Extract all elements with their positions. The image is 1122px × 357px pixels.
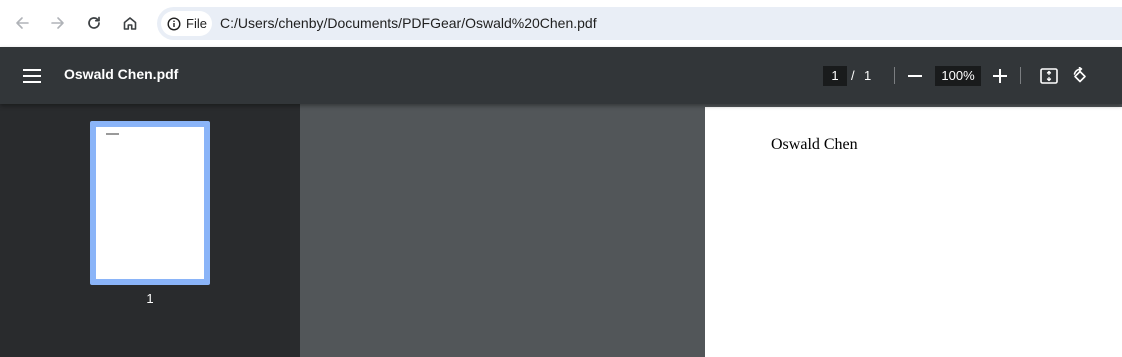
toolbar-divider	[1020, 67, 1021, 84]
zoom-in-icon	[993, 69, 1007, 83]
forward-icon	[51, 17, 64, 29]
zoom-out-button[interactable]	[903, 64, 927, 88]
reload-button[interactable]	[80, 9, 108, 37]
thumbnail-page	[96, 127, 204, 279]
document-viewer[interactable]: Oswald Chen	[300, 104, 1122, 357]
browser-toolbar: File C:/Users/chenby/Documents/PDFGear/O…	[0, 0, 1122, 47]
document-title: Oswald Chen.pdf	[64, 66, 179, 82]
home-icon	[123, 17, 137, 30]
page-separator: /	[851, 68, 855, 83]
thumbnail-sidebar: 1	[0, 104, 300, 357]
address-bar[interactable]: File C:/Users/chenby/Documents/PDFGear/O…	[157, 7, 1122, 40]
back-button[interactable]	[8, 9, 36, 37]
back-icon	[16, 17, 29, 29]
page-total: 1	[864, 68, 872, 83]
site-chip-label: File	[186, 16, 207, 31]
fit-page-button[interactable]	[1037, 64, 1061, 88]
thumbnail-page-number: 1	[146, 291, 154, 306]
pdf-page: Oswald Chen	[705, 107, 1122, 357]
fit-page-icon	[1040, 68, 1058, 84]
page-text: Oswald Chen	[771, 136, 858, 153]
zoom-out-icon	[908, 75, 922, 77]
toolbar-divider	[894, 67, 895, 84]
rotate-icon	[1073, 67, 1086, 83]
reload-icon	[88, 16, 100, 29]
rotate-button[interactable]	[1068, 64, 1092, 88]
thumbnail-text-preview	[106, 133, 119, 135]
url-text[interactable]: C:/Users/chenby/Documents/PDFGear/Oswald…	[220, 15, 597, 31]
home-button[interactable]	[116, 9, 144, 37]
zoom-input[interactable]: 100%	[935, 66, 981, 86]
page-thumbnail[interactable]	[90, 121, 210, 285]
menu-icon	[23, 69, 41, 83]
pdf-toolbar: Oswald Chen.pdf 1 / 1 100%	[0, 47, 1122, 104]
zoom-in-button[interactable]	[988, 64, 1012, 88]
site-info-chip[interactable]: File	[161, 11, 212, 36]
info-icon	[167, 16, 181, 31]
forward-button[interactable]	[44, 9, 72, 37]
sidebar-menu-button[interactable]	[20, 64, 44, 88]
page-number-input[interactable]: 1	[823, 66, 847, 86]
